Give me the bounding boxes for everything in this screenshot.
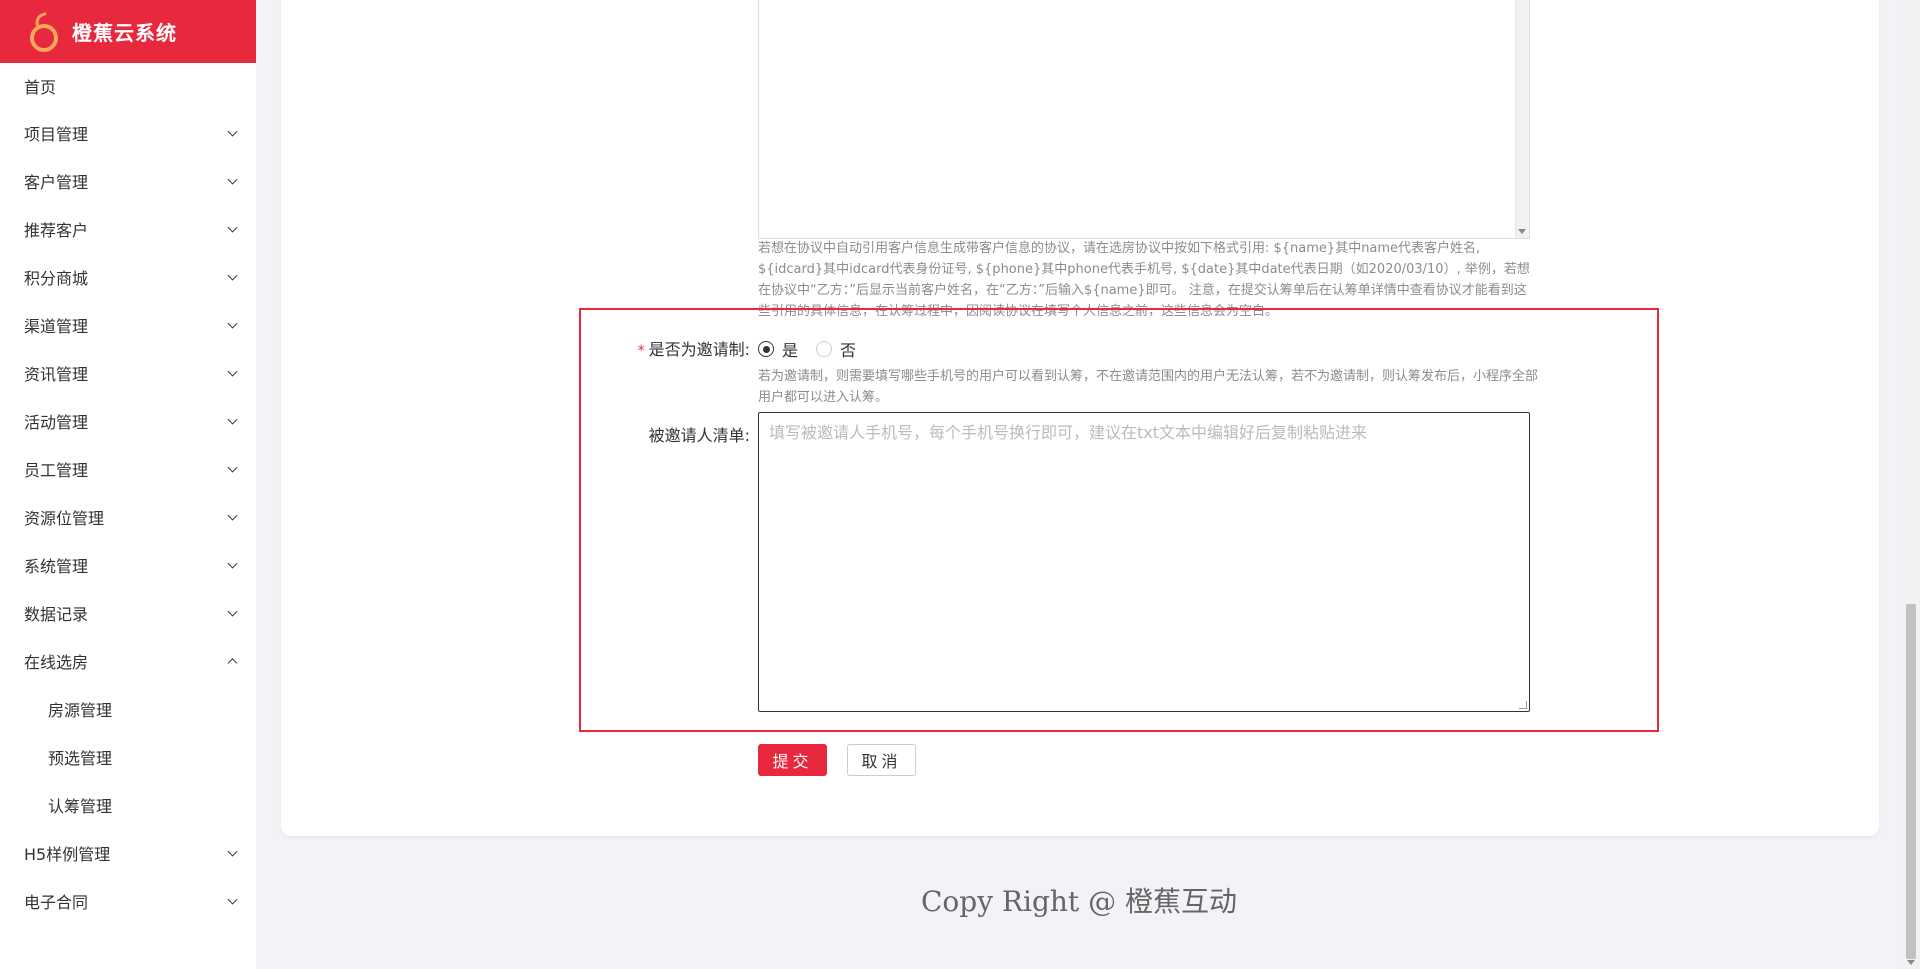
page-scrollbar[interactable] (1902, 0, 1920, 969)
footer-copyright: Copy Right @ 橙蕉互动 (921, 885, 1237, 918)
scrollbar-thumb[interactable] (1906, 604, 1916, 959)
protocol-help-text: 若想在协议中自动引用客户信息生成带客户信息的协议，请在选房协议中按如下格式引用:… (758, 241, 1530, 318)
chevron-down-icon (227, 606, 238, 617)
sidebar-nav: 首页 项目管理 客户管理 推荐客户 积分商城 渠道管理 资讯管理 活动管理 员工… (0, 63, 256, 925)
sidebar-item-h5-samples[interactable]: H5样例管理 (0, 829, 256, 877)
sidebar-item-e-contract[interactable]: 电子合同 (0, 877, 256, 925)
sidebar-item-referral[interactable]: 推荐客户 (0, 205, 256, 253)
textarea-scrollbar[interactable] (1515, 0, 1529, 238)
chevron-down-icon (227, 462, 238, 473)
chevron-down-icon (227, 510, 238, 521)
sidebar-item-project[interactable]: 项目管理 (0, 109, 256, 157)
sidebar-item-label: 员工管理 (24, 461, 89, 480)
sidebar-item-label: 在线选房 (24, 653, 89, 672)
radio-unchecked-icon (816, 341, 833, 357)
app-title: 橙蕉云系统 (72, 21, 177, 45)
scroll-down-icon[interactable] (1518, 229, 1526, 234)
sidebar-item-label: 活动管理 (24, 413, 89, 432)
submit-button[interactable]: 提交 (758, 744, 827, 776)
sidebar-item-label: 资讯管理 (24, 365, 89, 384)
chevron-down-icon (227, 414, 238, 425)
sidebar-item-channel[interactable]: 渠道管理 (0, 301, 256, 349)
chevron-down-icon (227, 318, 238, 329)
radio-checked-icon (758, 341, 774, 357)
sidebar-item-label: 积分商城 (24, 269, 89, 288)
required-mark: * (637, 343, 645, 359)
orange-logo-icon (26, 11, 62, 52)
chevron-down-icon (227, 270, 238, 281)
protocol-textarea[interactable] (758, 0, 1530, 239)
invitee-list-label: 被邀请人清单: (648, 426, 750, 445)
sidebar-item-resource-slot[interactable]: 资源位管理 (0, 493, 256, 541)
invite-mode-label: * 是否为邀请制: (620, 336, 750, 360)
sidebar-item-label: 认筹管理 (48, 797, 113, 816)
sidebar-item-news[interactable]: 资讯管理 (0, 349, 256, 397)
sidebar-item-points-mall[interactable]: 积分商城 (0, 253, 256, 301)
invite-yes-radio[interactable]: 是 (758, 337, 798, 361)
chevron-up-icon (227, 658, 238, 669)
sidebar-item-label: 渠道管理 (24, 317, 89, 336)
sidebar-item-activity[interactable]: 活动管理 (0, 397, 256, 445)
logo-bar: 橙蕉云系统 (0, 0, 256, 63)
sidebar-subitem-subscription[interactable]: 认筹管理 (0, 781, 256, 829)
sidebar-item-home[interactable]: 首页 (0, 63, 256, 109)
invite-no-radio[interactable]: 否 (816, 337, 856, 361)
sidebar-item-label: 项目管理 (24, 125, 89, 144)
sidebar-item-staff[interactable]: 员工管理 (0, 445, 256, 493)
invite-mode-radio-group: 是 否 (758, 337, 874, 361)
radio-label: 否 (840, 341, 857, 360)
chevron-down-icon (227, 222, 238, 233)
scroll-down-icon[interactable] (1907, 960, 1915, 965)
sidebar-item-label: H5样例管理 (24, 845, 111, 864)
sidebar-subitem-listings[interactable]: 房源管理 (0, 685, 256, 733)
sidebar-item-online-housing[interactable]: 在线选房 (0, 637, 256, 685)
chevron-down-icon (227, 846, 238, 857)
invite-mode-label-text: 是否为邀请制: (648, 340, 750, 359)
sidebar-item-label: 资源位管理 (24, 509, 105, 528)
sidebar-item-label: 客户管理 (24, 173, 89, 192)
sidebar-item-label: 系统管理 (24, 557, 89, 576)
resize-handle-icon[interactable] (1519, 701, 1527, 709)
sidebar-item-customer[interactable]: 客户管理 (0, 157, 256, 205)
sidebar-subitem-preselection[interactable]: 预选管理 (0, 733, 256, 781)
cancel-button[interactable]: 取消 (847, 744, 916, 776)
sidebar-item-label: 首页 (24, 78, 57, 97)
sidebar-item-label: 预选管理 (48, 749, 113, 768)
radio-label: 是 (782, 341, 799, 360)
chevron-down-icon (227, 174, 238, 185)
chevron-down-icon (227, 126, 238, 137)
invite-help-text: 若为邀请制，则需要填写哪些手机号的用户可以看到认筹，不在邀请范围内的用户无法认筹… (758, 369, 1539, 405)
sidebar: 橙蕉云系统 首页 项目管理 客户管理 推荐客户 积分商城 渠道管理 资讯管理 活… (0, 0, 256, 969)
sidebar-item-label: 数据记录 (24, 605, 89, 624)
chevron-down-icon (227, 894, 238, 905)
invitee-list-textarea[interactable]: 填写被邀请人手机号，每个手机号换行即可，建议在txt文本中编辑好后复制粘贴进来 (758, 412, 1530, 712)
sidebar-item-label: 房源管理 (48, 701, 113, 720)
sidebar-item-label: 推荐客户 (24, 221, 89, 240)
chevron-down-icon (227, 558, 238, 569)
sidebar-item-system[interactable]: 系统管理 (0, 541, 256, 589)
textarea-placeholder: 填写被邀请人手机号，每个手机号换行即可，建议在txt文本中编辑好后复制粘贴进来 (769, 423, 1368, 442)
sidebar-item-label: 电子合同 (24, 893, 89, 912)
sidebar-item-data-records[interactable]: 数据记录 (0, 589, 256, 637)
chevron-down-icon (227, 366, 238, 377)
